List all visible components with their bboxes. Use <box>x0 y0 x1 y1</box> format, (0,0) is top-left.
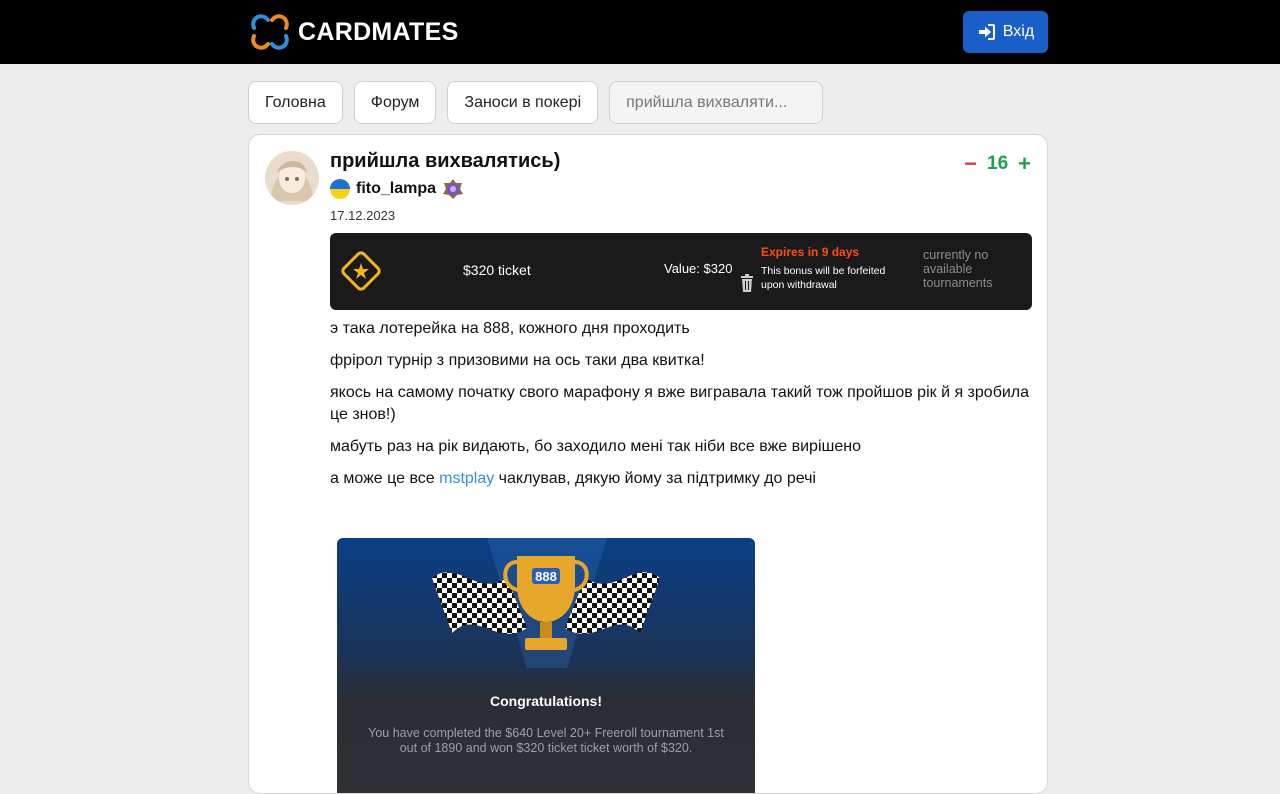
breadcrumb-current: прийшла вихваляти... <box>609 81 824 124</box>
site-logo[interactable]: CARDMATES <box>248 10 459 54</box>
post-author: fito_lampa <box>330 178 464 200</box>
ticket-forfeit-note: This bonus will be forfeited upon withdr… <box>761 265 886 291</box>
vote-control: − 16 + <box>964 151 1031 177</box>
congrats-text: You have completed the $640 Level 20+ Fr… <box>368 726 724 755</box>
rank-badge-icon <box>443 179 464 199</box>
login-button[interactable]: Вхід <box>963 11 1048 53</box>
post-image[interactable]: 888 Congratulations! You have completed … <box>337 538 755 793</box>
trophy-flags-illustration: 888 <box>432 538 660 668</box>
vote-score: 16 <box>987 153 1009 174</box>
logo-text: CARDMATES <box>298 17 459 46</box>
logo-icon <box>251 14 289 50</box>
breadcrumb: Головна Форум Заноси в покері прийшла ви… <box>248 81 824 124</box>
ticket-value: Value: $320 <box>664 261 733 276</box>
ukraine-flag-icon <box>330 179 350 199</box>
post-text: чаклував, дякую йому за підтримку до реч… <box>494 470 816 487</box>
avatar[interactable] <box>265 151 319 205</box>
post-paragraph: фрірол турнір з призовими на ось таки дв… <box>330 352 705 369</box>
bonus-ticket-banner: $320 ticket Value: $320 Expires in 9 day… <box>330 233 1032 310</box>
user-mention-link[interactable]: mstplay <box>439 470 494 487</box>
post-body: э така лотерейка на 888, кожного дня про… <box>330 318 1030 500</box>
top-navbar: CARDMATES Вхід <box>0 0 1280 64</box>
ticket-expires: Expires in 9 days <box>761 245 860 259</box>
post-paragraph: мабуть раз на рік видають, бо заходило м… <box>330 438 861 455</box>
breadcrumb-category[interactable]: Заноси в покері <box>447 81 599 124</box>
post-paragraph: э така лотерейка на 888, кожного дня про… <box>330 320 690 337</box>
ticket-icon <box>341 251 381 291</box>
brand-888-text: 888 <box>535 569 557 584</box>
vote-down-button[interactable]: − <box>964 151 977 177</box>
login-icon <box>978 24 995 40</box>
author-name[interactable]: fito_lampa <box>356 180 436 198</box>
avatar-image <box>265 151 319 205</box>
post-paragraph: а може це все mstplay чаклував, дякую йо… <box>330 468 1030 490</box>
post-date: 17.12.2023 <box>330 208 396 223</box>
ticket-name: $320 ticket <box>463 262 531 278</box>
post-card: прийшла вихвалятись) fito_lampa 17.12.20… <box>248 134 1048 794</box>
vote-up-button[interactable]: + <box>1018 151 1031 177</box>
breadcrumb-forum[interactable]: Форум <box>353 81 437 124</box>
login-label: Вхід <box>1002 23 1035 40</box>
breadcrumb-home[interactable]: Головна <box>248 81 343 124</box>
trash-icon <box>741 274 753 292</box>
congrats-heading: Congratulations! <box>490 693 602 709</box>
post-paragraph: якось на самому початку свого марафону я… <box>330 384 1030 423</box>
post-text: а може це все <box>330 470 440 487</box>
ticket-status: currently no available tournaments <box>923 248 993 290</box>
post-title: прийшла вихвалятись) <box>330 150 561 172</box>
